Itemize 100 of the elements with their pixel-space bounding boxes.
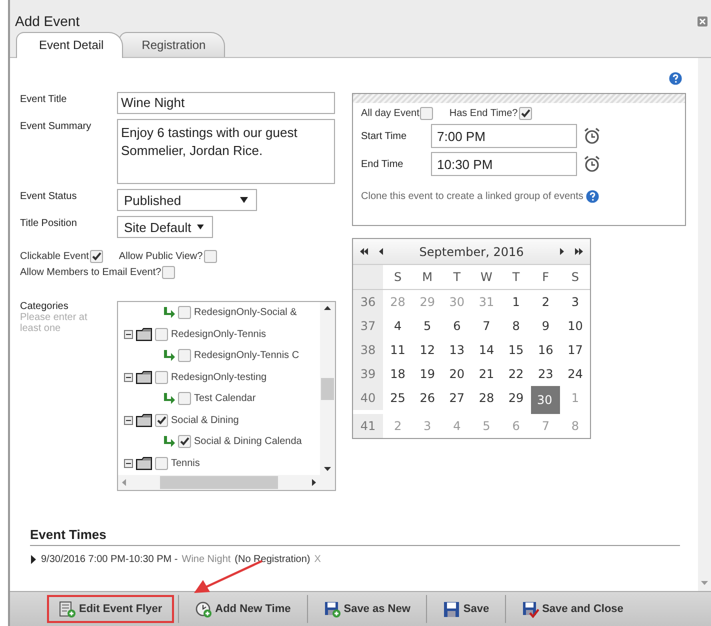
calendar-day[interactable]: 2 (530, 290, 560, 314)
calendar-day[interactable]: 17 (560, 338, 590, 362)
category-label: Social & Dining Calenda (194, 436, 302, 448)
collapse-icon[interactable] (124, 458, 133, 468)
calendar-day[interactable]: 14 (472, 338, 502, 362)
toolbar-button[interactable]: Edit Event Flyer (47, 595, 174, 623)
checkbox[interactable] (178, 306, 191, 320)
calendar-day[interactable]: 18 (383, 362, 413, 386)
week-number: 36 (353, 290, 383, 314)
checkbox[interactable] (178, 392, 191, 406)
calendar-day[interactable]: 9 (530, 314, 560, 338)
folder-icon (136, 328, 152, 341)
text-field[interactable]: Wine Night (117, 92, 335, 114)
checkbox[interactable] (518, 107, 532, 120)
time-field[interactable]: 7:00 PM (431, 124, 577, 148)
left-arrow-icon (122, 479, 126, 486)
clock-plus-icon (195, 600, 212, 618)
checkbox[interactable] (178, 349, 191, 362)
calendar-day[interactable]: 4 (383, 314, 413, 338)
weekday-label: F (530, 265, 560, 290)
calendar-day[interactable]: 21 (472, 362, 502, 386)
checkbox[interactable] (90, 250, 103, 263)
calendar-day[interactable]: 29 (501, 386, 531, 410)
checkbox[interactable] (162, 266, 176, 279)
tab[interactable]: Event Detail (16, 32, 123, 58)
calendar-day[interactable]: 25 (383, 386, 413, 410)
calendar-day[interactable]: 8 (501, 314, 531, 338)
week-number: 37 (353, 314, 383, 338)
double-right-arrow-icon[interactable] (574, 248, 584, 255)
floppy-plus-icon (324, 600, 341, 618)
double-left-arrow-icon[interactable] (359, 248, 369, 255)
calendar-day[interactable]: 5 (412, 314, 442, 338)
clone-text: Clone this event to create a linked group of events (361, 191, 584, 202)
checkbox[interactable] (155, 328, 168, 341)
calendar-day[interactable]: 11 (383, 338, 413, 362)
toolbar-button[interactable]: Add New Time (183, 595, 303, 623)
tab[interactable]: Registration (118, 32, 225, 57)
week-number: 41 (353, 414, 383, 438)
category-label: RedesignOnly-Tennis C (194, 350, 300, 362)
field-label: End Time (361, 158, 404, 170)
field-label: Event Title (20, 93, 68, 105)
calendar-day[interactable]: 23 (530, 362, 560, 386)
calendar-day[interactable]: 15 (501, 338, 531, 362)
folder-icon (136, 456, 152, 470)
checkbox[interactable] (204, 250, 217, 263)
calendar-day[interactable]: 7 (472, 314, 502, 338)
time-field[interactable]: 10:30 PM (431, 152, 577, 176)
weekday-label: S (383, 265, 413, 290)
calendar-day[interactable]: 1 (501, 290, 531, 314)
toolbar-button[interactable]: Save and Close (510, 595, 636, 623)
calendar-day[interactable]: 12 (412, 338, 442, 362)
up-arrow-icon (324, 306, 331, 310)
checkbox[interactable] (155, 456, 168, 470)
text-area[interactable]: Enjoy 6 tastings with our guest Sommelier, Jordan Rice. (117, 119, 335, 184)
calendar-day[interactable]: 26 (412, 386, 442, 410)
category-label: Tennis (171, 458, 200, 469)
floppy-check-icon (522, 600, 540, 618)
calendar-day[interactable]: 20 (442, 362, 472, 386)
collapse-icon[interactable] (124, 330, 133, 339)
expand-triangle-icon[interactable] (30, 555, 37, 564)
checkbox[interactable] (178, 435, 191, 448)
calendar-day[interactable]: 30 (530, 386, 560, 414)
calendar-day[interactable]: 10 (560, 314, 590, 338)
calendar-day[interactable]: 28 (472, 386, 502, 410)
dropdown[interactable]: Site Default (117, 216, 213, 238)
section-heading: Event Times (30, 527, 680, 546)
weekday-label: T (442, 265, 472, 290)
calendar-day[interactable]: 16 (530, 338, 560, 362)
calendar-day[interactable]: 6 (442, 314, 472, 338)
week-number: 39 (353, 362, 383, 386)
category-label: RedesignOnly-Tennis (171, 328, 266, 340)
calendar-day[interactable]: 19 (412, 362, 442, 386)
checkbox[interactable] (155, 414, 168, 427)
hint-text: Please enter at least one (20, 312, 88, 334)
option-label: Allow Members to Email Event? (20, 267, 162, 278)
calendar-day[interactable]: 24 (560, 362, 590, 386)
checkbox[interactable] (420, 107, 434, 120)
help-icon (586, 190, 600, 203)
calendar-day[interactable]: 3 (560, 290, 590, 314)
checkbox[interactable] (155, 370, 168, 384)
calendar-day[interactable]: 13 (442, 338, 472, 362)
child-arrow-icon (162, 350, 175, 362)
scrollbar[interactable] (698, 58, 711, 591)
toolbar-button[interactable]: Save as New (312, 595, 422, 623)
category-label: RedesignOnly-testing (171, 372, 267, 383)
event-name: Wine Night (182, 554, 231, 565)
calendar-day[interactable]: 22 (501, 362, 531, 386)
dropdown[interactable]: Published (117, 189, 257, 211)
calendar-day[interactable]: 27 (442, 386, 472, 410)
scroll-thumb[interactable] (160, 476, 278, 489)
scroll-thumb[interactable] (321, 378, 334, 400)
collapse-icon[interactable] (124, 416, 133, 425)
toolbar-button[interactable]: Save (431, 595, 502, 623)
field-label: Event Summary (20, 120, 92, 132)
field-label: Categories (20, 301, 70, 312)
close-icon[interactable] (697, 16, 708, 26)
right-arrow-icon (312, 479, 316, 486)
window-title: Add Event (15, 13, 80, 29)
collapse-icon[interactable] (124, 372, 133, 382)
option-label: Has End Time? (449, 108, 518, 119)
